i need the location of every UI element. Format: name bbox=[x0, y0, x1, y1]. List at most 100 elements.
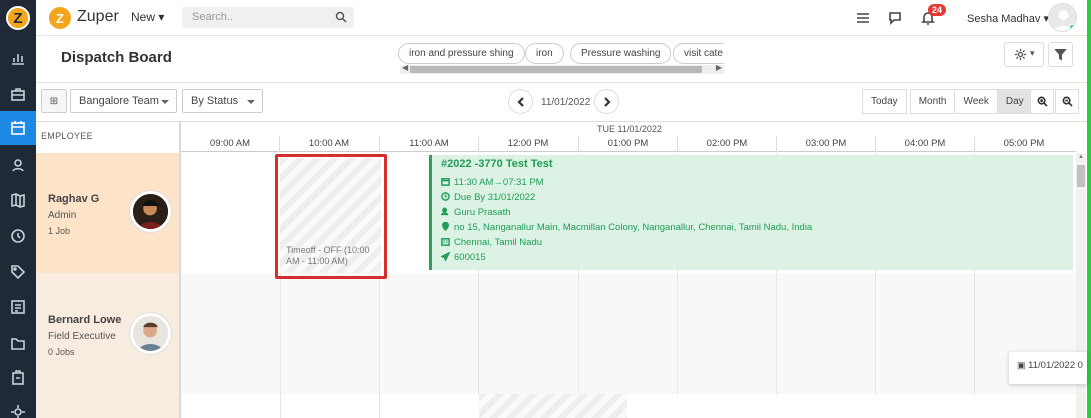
caret-down-icon bbox=[247, 100, 255, 104]
employee-role: Field Executive bbox=[48, 331, 116, 342]
timeoff-block[interactable] bbox=[479, 394, 627, 418]
employee-role: Admin bbox=[48, 210, 77, 221]
job-city-row: Chennai, Tamil Nadu bbox=[441, 237, 542, 248]
category-chip[interactable]: iron and pressure shing bbox=[398, 43, 525, 64]
search-icon[interactable] bbox=[335, 11, 347, 23]
category-chip[interactable]: iron bbox=[525, 43, 564, 64]
employee-avatar[interactable] bbox=[130, 191, 171, 232]
chat-icon[interactable] bbox=[887, 10, 903, 26]
employee-column-header: EMPLOYEE bbox=[41, 131, 93, 141]
filter-button[interactable] bbox=[1048, 42, 1073, 67]
time-slot-header: 02:00 PM bbox=[677, 136, 776, 152]
job-time: 11:30 AM→07:31 PM bbox=[454, 177, 544, 188]
online-status-dot bbox=[1069, 24, 1076, 31]
time-slot-header: 11:00 AM bbox=[379, 136, 478, 152]
zoom-out-button[interactable] bbox=[1055, 89, 1079, 114]
user-avatar[interactable] bbox=[1048, 3, 1077, 32]
time-slot-header: 05:00 PM bbox=[974, 136, 1073, 152]
zoom-in-icon bbox=[1037, 96, 1048, 107]
scroll-up-icon[interactable]: ▲ bbox=[1078, 154, 1084, 160]
view-switcher: Today Month Week Day bbox=[862, 89, 1033, 114]
employee-job-count: 1 Job bbox=[48, 226, 71, 236]
expand-panel-button[interactable]: ⊞ bbox=[41, 89, 67, 113]
users-icon bbox=[440, 207, 449, 216]
contacts-icon[interactable] bbox=[8, 155, 28, 175]
gear-icon bbox=[1014, 48, 1027, 61]
building-icon bbox=[441, 238, 450, 246]
time-slot-header: 12:00 PM bbox=[478, 136, 577, 152]
team-select[interactable]: Bangalore Team bbox=[70, 89, 177, 113]
job-city: Chennai, Tamil Nadu bbox=[454, 237, 543, 248]
view-day-button[interactable]: Day bbox=[996, 89, 1033, 114]
search-input[interactable]: Search.. bbox=[182, 7, 354, 28]
clock-icon[interactable] bbox=[8, 226, 28, 246]
calendar-icon: ▣ bbox=[1017, 360, 1026, 370]
brand-logo-icon[interactable]: Z bbox=[49, 7, 71, 29]
tag-icon[interactable] bbox=[8, 262, 28, 282]
toolbar-divider bbox=[36, 82, 1088, 83]
hour-gridline bbox=[379, 394, 380, 418]
job-assignee-row: Guru Prasath bbox=[440, 207, 511, 218]
chevron-right-icon bbox=[603, 96, 611, 107]
time-slot-header: 09:00 AM bbox=[180, 136, 279, 152]
schedule-lane[interactable] bbox=[181, 394, 1076, 418]
job-card[interactable]: #2022 -3770 Test Test 11:30 AM→07:31 PM … bbox=[429, 155, 1073, 270]
current-date[interactable]: 11/01/2022 bbox=[541, 97, 590, 108]
prev-date-button[interactable] bbox=[508, 89, 533, 114]
zoom-in-button[interactable] bbox=[1030, 89, 1054, 114]
briefcase-icon[interactable] bbox=[8, 84, 28, 104]
new-button[interactable]: New ▾ bbox=[131, 10, 164, 24]
category-chip[interactable]: Pressure washing bbox=[570, 43, 672, 64]
schedule-lane[interactable] bbox=[181, 273, 1076, 394]
employee-row[interactable] bbox=[36, 394, 179, 418]
scrollbar-thumb[interactable] bbox=[1077, 165, 1085, 187]
hour-gridline bbox=[677, 273, 678, 394]
employee-row[interactable]: Raghav G Admin 1 Job bbox=[36, 153, 179, 273]
category-chip[interactable]: visit cate bbox=[673, 43, 724, 64]
logo-icon[interactable]: Z bbox=[6, 6, 30, 30]
scroll-right-icon[interactable]: ▶ bbox=[716, 63, 722, 72]
time-slot-header: 01:00 PM bbox=[578, 136, 677, 152]
job-title: #2022 -3770 Test Test bbox=[441, 158, 553, 170]
view-month-button[interactable]: Month bbox=[909, 89, 956, 114]
filter-icon bbox=[1054, 48, 1067, 61]
hour-gridline bbox=[875, 273, 876, 394]
status-select[interactable]: By Status bbox=[182, 89, 263, 113]
top-header: Z Zuper New ▾ Search.. 24 Sesha Madhav ▾ bbox=[36, 0, 1091, 36]
calendar-icon[interactable] bbox=[0, 111, 36, 145]
new-button-label: New bbox=[131, 10, 156, 24]
map-icon[interactable] bbox=[8, 190, 28, 210]
page-title: Dispatch Board bbox=[61, 49, 172, 66]
user-menu[interactable]: Sesha Madhav ▾ bbox=[967, 12, 1049, 25]
folder-icon[interactable] bbox=[8, 333, 28, 353]
invoice-icon[interactable] bbox=[8, 297, 28, 317]
settings-icon[interactable] bbox=[8, 402, 28, 418]
brand-name[interactable]: Zuper bbox=[77, 8, 119, 26]
analytics-icon[interactable] bbox=[8, 48, 28, 68]
notification-badge: 24 bbox=[928, 4, 947, 16]
view-today-button[interactable]: Today bbox=[862, 89, 907, 114]
grid-top-border bbox=[36, 121, 1088, 122]
job-pincode: 600015 bbox=[454, 252, 486, 263]
caret-down-icon: ▾ bbox=[158, 10, 165, 24]
settings-dropdown-button[interactable]: ▾ bbox=[1004, 42, 1044, 67]
hour-gridline bbox=[280, 394, 281, 418]
view-week-button[interactable]: Week bbox=[954, 89, 998, 114]
job-address: no 15, Nanganallur Main, Macmillan Colon… bbox=[454, 222, 813, 233]
employee-avatar[interactable] bbox=[130, 313, 171, 354]
zoom-out-icon bbox=[1062, 96, 1073, 107]
scrollbar-thumb[interactable] bbox=[410, 66, 702, 73]
hour-gridline bbox=[379, 273, 380, 394]
employee-job-count: 0 Jobs bbox=[48, 347, 75, 357]
job-due-row: Due By 31/01/2022 bbox=[441, 192, 535, 203]
assets-icon[interactable] bbox=[8, 368, 28, 388]
job-due-date: Due By 31/01/2022 bbox=[454, 192, 536, 203]
chips-scrollbar[interactable]: ◀ ▶ bbox=[400, 63, 724, 74]
caret-down-icon: ▾ bbox=[1030, 48, 1035, 58]
next-date-button[interactable] bbox=[594, 89, 619, 114]
timeoff-highlight-box bbox=[275, 154, 387, 279]
scroll-left-icon[interactable]: ◀ bbox=[402, 63, 408, 72]
clock-icon bbox=[441, 192, 450, 201]
list-view-icon[interactable] bbox=[855, 10, 871, 26]
employee-row[interactable]: Bernard Lowe Field Executive 0 Jobs bbox=[36, 273, 179, 394]
